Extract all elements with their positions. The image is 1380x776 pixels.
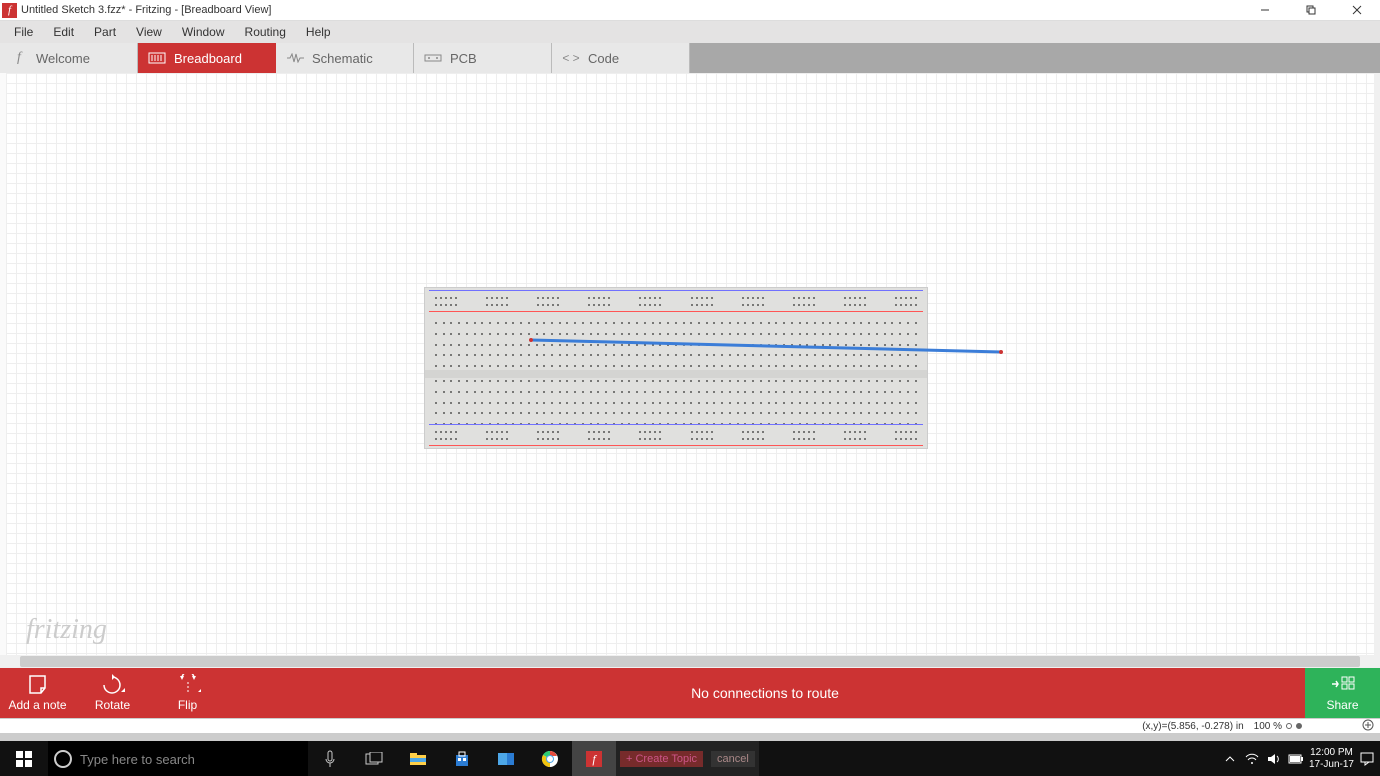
menu-routing[interactable]: Routing [235, 21, 296, 43]
terminal-strip-bottom [435, 380, 917, 426]
menu-help[interactable]: Help [296, 21, 341, 43]
zoom-in-icon[interactable] [1362, 719, 1374, 734]
search-placeholder: Type here to search [80, 752, 195, 767]
tool-label: Share [1326, 698, 1358, 712]
rail-line-blue [429, 290, 923, 291]
tab-breadboard[interactable]: Breadboard [138, 43, 276, 73]
share-icon [1330, 675, 1356, 696]
action-center-icon[interactable] [1358, 750, 1376, 768]
tab-label: PCB [450, 51, 477, 66]
view-tabstrip: f Welcome Breadboard Schematic PCB < > C… [0, 43, 1380, 73]
create-topic-button[interactable]: + Create Topic [620, 751, 703, 767]
pcb-icon [424, 51, 442, 65]
schematic-icon [286, 51, 304, 65]
power-rail-bottom [425, 424, 927, 446]
center-gap [425, 370, 927, 378]
clock-time: 12:00 PM [1309, 747, 1354, 759]
cancel-button[interactable]: cancel [711, 751, 755, 767]
zoom-out-icon[interactable] [1286, 723, 1292, 729]
taskbar-search[interactable]: Type here to search [48, 741, 308, 776]
zoom-value: 100 % [1254, 721, 1282, 732]
tab-label: Schematic [312, 51, 373, 66]
start-button[interactable] [0, 751, 48, 767]
menu-window[interactable]: Window [172, 21, 235, 43]
close-button[interactable] [1334, 0, 1380, 21]
status-line: (x,y)=(5.856, -0.278) in 100 % [0, 718, 1380, 733]
wire-component[interactable] [529, 338, 1004, 354]
background-window-fragment: + Create Topic cancel [616, 741, 759, 776]
tool-label: Rotate [95, 698, 130, 712]
tray-chevron-icon[interactable] [1221, 750, 1239, 768]
coordinates-display: (x,y)=(5.856, -0.278) in [1142, 721, 1243, 732]
window-titlebar: f Untitled Sketch 3.fzz* - Fritzing - [B… [0, 0, 1380, 21]
taskbar-clock[interactable]: 12:00 PM 17-Jun-17 [1309, 747, 1354, 771]
add-note-button[interactable]: Add a note [0, 668, 75, 718]
battery-icon[interactable] [1287, 750, 1305, 768]
tab-label: Welcome [36, 51, 90, 66]
zoom-slider-thumb[interactable] [1296, 723, 1302, 729]
resize-edge [0, 733, 1380, 741]
menu-part[interactable]: Part [84, 21, 126, 43]
menu-edit[interactable]: Edit [43, 21, 84, 43]
tool-label: Flip [178, 698, 197, 712]
volume-icon[interactable] [1265, 750, 1283, 768]
taskbar-app-fritzing[interactable]: f [572, 741, 616, 776]
taskbar-app-explorer[interactable] [396, 741, 440, 776]
rail-line-red [429, 311, 923, 312]
rotate-button[interactable]: Rotate [75, 668, 150, 718]
tab-schematic[interactable]: Schematic [276, 43, 414, 73]
power-rail-top [425, 290, 927, 312]
tab-welcome[interactable]: f Welcome [0, 43, 138, 73]
taskbar-app-chrome[interactable] [528, 741, 572, 776]
windows-taskbar: Type here to search f + Create Topic can… [0, 741, 1380, 776]
window-title: Untitled Sketch 3.fzz* - Fritzing - [Bre… [21, 4, 1242, 16]
rotate-icon [101, 674, 125, 696]
tab-pcb[interactable]: PCB [414, 43, 552, 73]
breadboard-component[interactable] [424, 287, 928, 449]
clock-date: 17-Jun-17 [1309, 759, 1354, 771]
task-view-button[interactable] [352, 741, 396, 776]
taskbar-app-store[interactable] [440, 741, 484, 776]
canvas-area[interactable]: fritzing [0, 73, 1380, 668]
taskbar-app-mail[interactable] [484, 741, 528, 776]
fritzing-f-icon: f [10, 51, 28, 65]
vertical-scrollbar[interactable] [1374, 73, 1380, 668]
horizontal-scrollbar[interactable] [0, 655, 1380, 668]
breadboard-icon [148, 51, 166, 65]
tab-code[interactable]: < > Code [552, 43, 690, 73]
menu-view[interactable]: View [126, 21, 172, 43]
fritzing-app-icon: f [586, 751, 602, 767]
cortana-mic-button[interactable] [308, 741, 352, 776]
code-icon: < > [562, 51, 580, 65]
maximize-button[interactable] [1288, 0, 1334, 21]
rail-line-red [429, 445, 923, 446]
scrollbar-thumb[interactable] [20, 656, 1360, 667]
wifi-icon[interactable] [1243, 750, 1261, 768]
flip-icon [175, 674, 201, 696]
rail-line-blue [429, 424, 923, 425]
fritzing-watermark: fritzing [26, 614, 107, 646]
app-icon: f [2, 3, 17, 18]
minimize-button[interactable] [1242, 0, 1288, 21]
share-button[interactable]: Share [1305, 668, 1380, 718]
zoom-control[interactable]: 100 % [1254, 721, 1302, 732]
tool-label: Add a note [8, 698, 66, 712]
tab-label: Breadboard [174, 51, 242, 66]
routing-status: No connections to route [225, 685, 1305, 701]
menu-file[interactable]: File [4, 21, 43, 43]
menubar: File Edit Part View Window Routing Help [0, 21, 1380, 43]
bottom-toolbar: Add a note Rotate Flip No connections to… [0, 668, 1380, 718]
system-tray[interactable]: 12:00 PM 17-Jun-17 [1221, 741, 1380, 776]
cortana-icon [54, 750, 72, 768]
tab-label: Code [588, 51, 619, 66]
flip-button[interactable]: Flip [150, 668, 225, 718]
note-icon [27, 674, 49, 696]
